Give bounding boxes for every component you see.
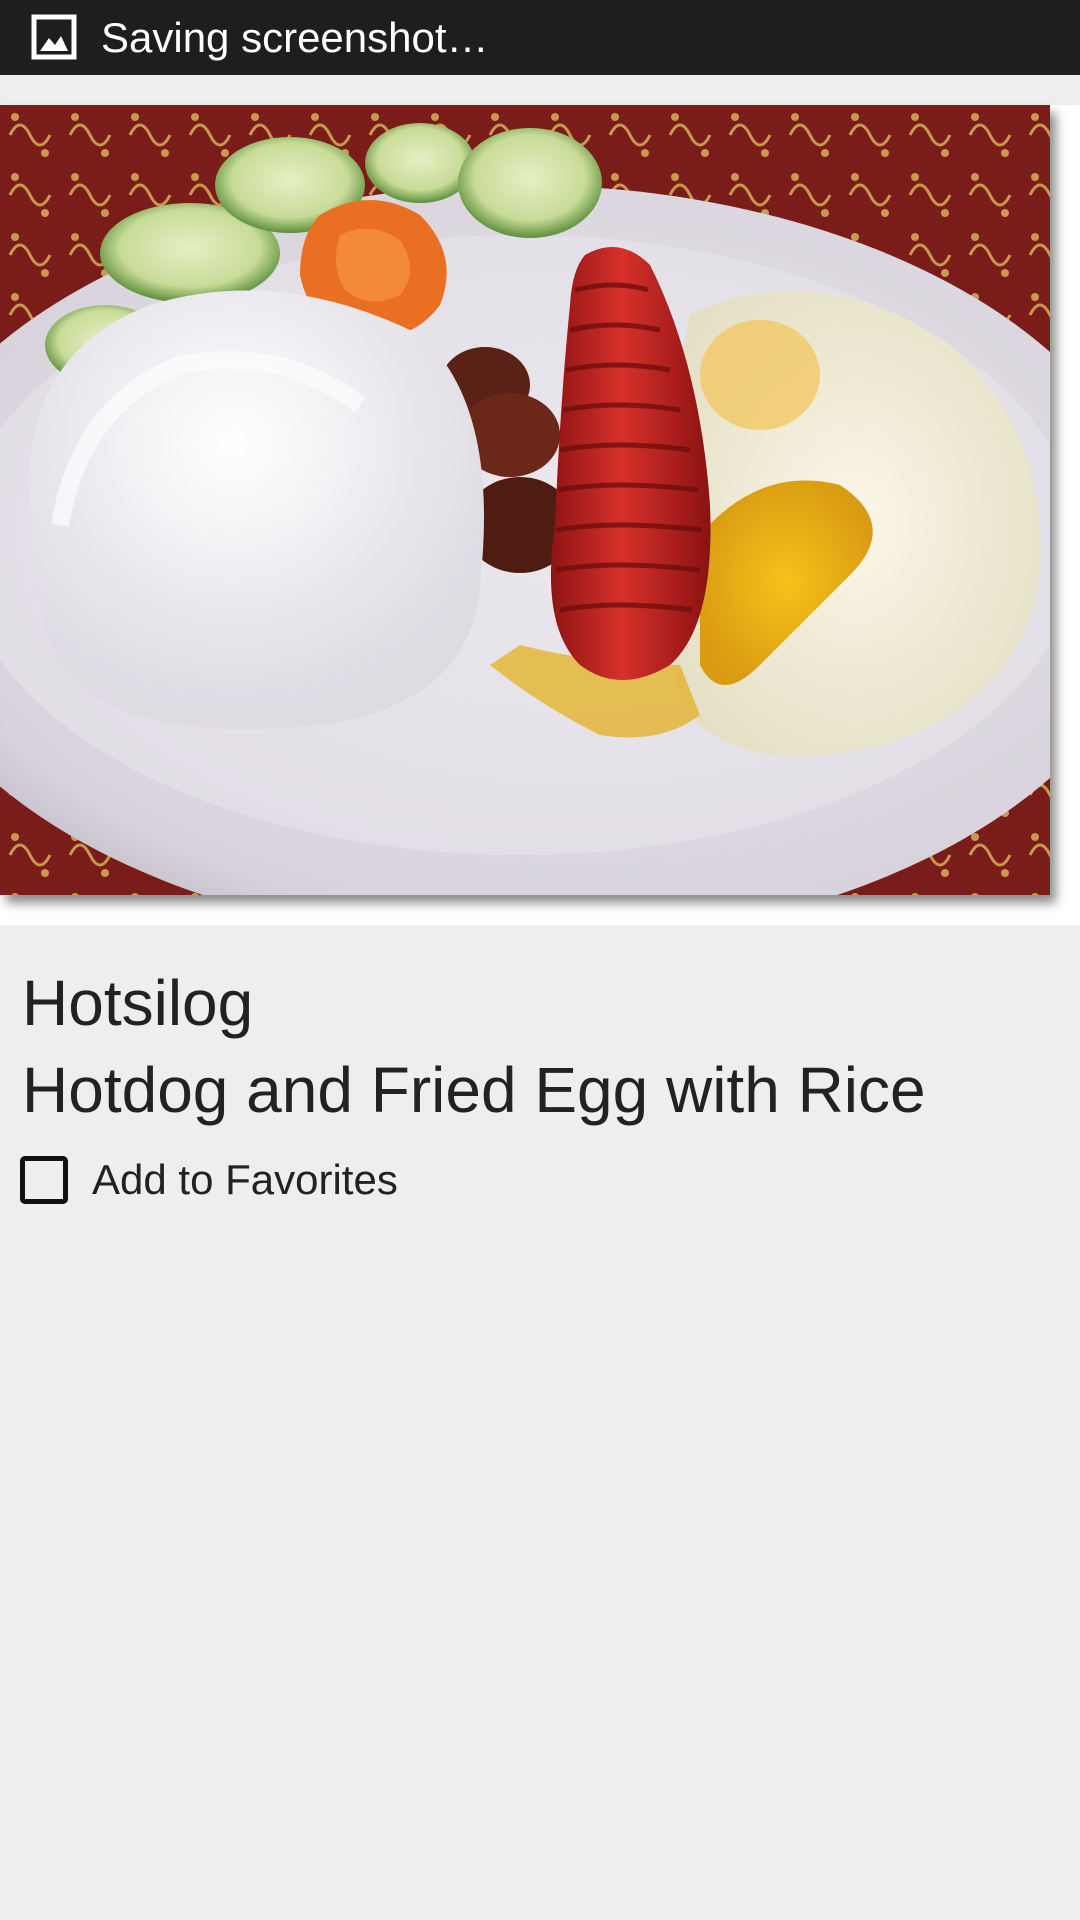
image-icon — [31, 14, 77, 60]
add-to-favorites-row[interactable]: Add to Favorites — [20, 1150, 398, 1210]
dish-name: Hotsilog — [22, 967, 254, 1039]
favorites-label[interactable]: Add to Favorites — [92, 1156, 398, 1204]
notification-text: Saving screenshot… — [101, 14, 489, 61]
dish-description: Hotdog and Fried Egg with Rice — [22, 1054, 926, 1126]
dish-image-card — [0, 105, 1080, 925]
food-photo — [0, 105, 1050, 895]
favorites-checkbox[interactable] — [20, 1156, 68, 1204]
status-bar: Saving screenshot… — [0, 0, 1080, 75]
